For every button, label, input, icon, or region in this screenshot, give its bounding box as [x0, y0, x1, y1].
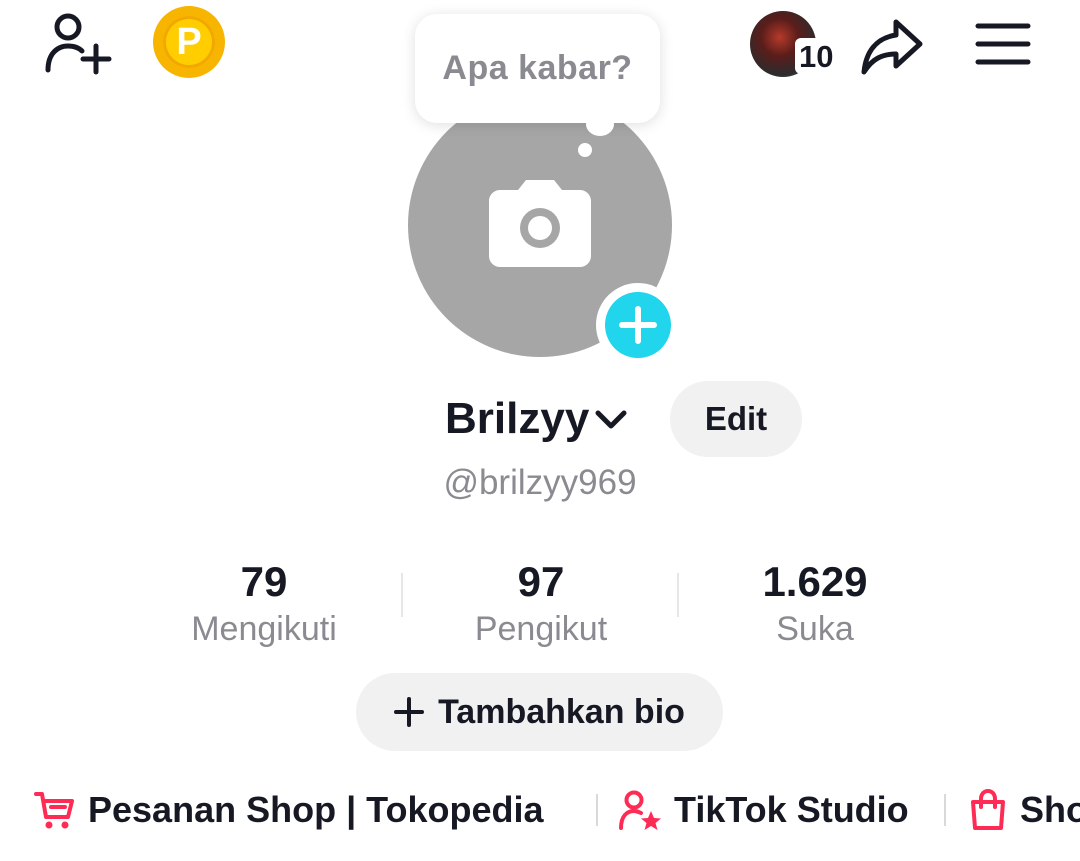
edit-profile-button[interactable]: Edit — [670, 381, 802, 457]
shortcut-divider — [944, 794, 946, 826]
username: @brilzyy969 — [443, 463, 637, 502]
following-count: 79 — [240, 558, 288, 605]
cart-icon — [34, 792, 74, 829]
plus-icon — [619, 306, 657, 344]
menu-button[interactable] — [975, 20, 1031, 68]
shortcut-shop-label: Sho — [1020, 789, 1080, 830]
status-bubble-text: Apa kabar? — [442, 49, 633, 87]
points-coin-button[interactable]: P — [153, 6, 225, 78]
following-stat[interactable]: 79 Mengikuti — [134, 558, 394, 649]
bubble-tail-small — [578, 143, 592, 157]
likes-stat[interactable]: 1.629 Suka — [685, 558, 945, 649]
shortcut-shop-orders[interactable]: Pesanan Shop | Tokopedia — [34, 780, 543, 840]
add-photo-button[interactable] — [596, 283, 680, 367]
status-bubble[interactable]: Apa kabar? — [415, 14, 660, 123]
shortcut-tiktok-studio-label: TikTok Studio — [674, 789, 909, 830]
bubble-tail-large — [586, 112, 614, 136]
add-bio-button[interactable]: Tambahkan bio — [356, 673, 723, 751]
followers-label: Pengikut — [474, 610, 608, 648]
person-plus-icon — [45, 13, 112, 75]
followers-count: 97 — [517, 558, 565, 605]
camera-icon — [488, 178, 592, 268]
following-label: Mengikuti — [191, 610, 337, 648]
shopping-bag-icon — [971, 789, 1005, 830]
followers-stat[interactable]: 97 Pengikut — [411, 558, 671, 649]
shortcut-shop-orders-label: Pesanan Shop | Tokopedia — [88, 789, 544, 830]
stat-divider — [677, 573, 679, 617]
points-coin-icon: P — [163, 16, 215, 68]
plus-icon — [394, 697, 425, 727]
shortcut-shop[interactable]: Sho — [968, 780, 1080, 840]
story-count-badge: 10 — [795, 38, 838, 74]
account-switcher[interactable]: Brilzyy — [445, 388, 629, 450]
likes-label: Suka — [776, 610, 854, 648]
shortcut-tiktok-studio[interactable]: TikTok Studio — [618, 780, 909, 840]
likes-count: 1.629 — [762, 558, 868, 605]
person-star-icon — [619, 790, 661, 830]
chevron-down-icon — [595, 410, 627, 429]
shortcut-divider — [596, 794, 598, 826]
display-name: Brilzyy — [445, 394, 590, 443]
add-friend-button[interactable] — [40, 10, 112, 76]
stat-divider — [401, 573, 403, 617]
coin-letter: P — [176, 21, 202, 63]
add-bio-label: Tambahkan bio — [438, 692, 685, 731]
share-arrow-icon — [861, 19, 923, 75]
hamburger-menu-icon — [975, 23, 1031, 65]
share-button[interactable] — [858, 14, 926, 78]
